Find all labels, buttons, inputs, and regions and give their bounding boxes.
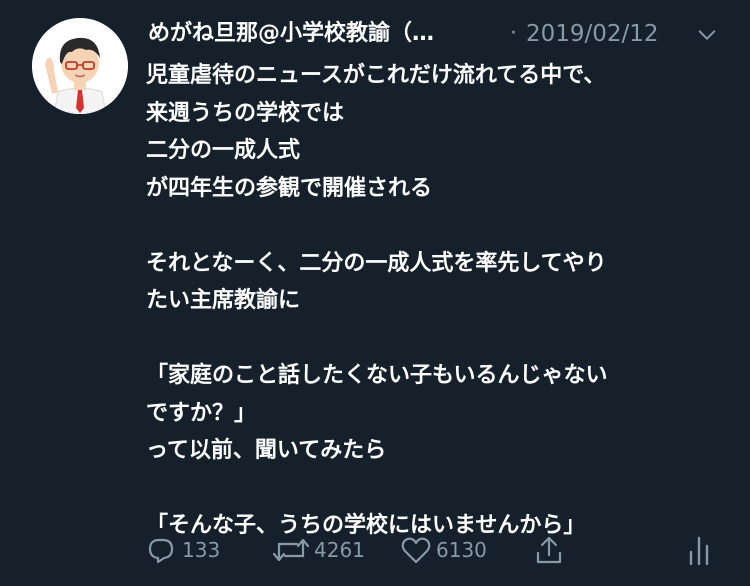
- tweet-body-line: たい主席教諭に: [146, 288, 301, 313]
- chevron-down-icon[interactable]: [696, 24, 718, 46]
- analytics-icon: [689, 536, 709, 566]
- author-name[interactable]: めがね旦那@小学校教諭（…: [148, 18, 434, 50]
- tweet-body-line: 来週うちの学校では: [146, 100, 345, 126]
- tweet-date[interactable]: 2019/02/12: [526, 18, 659, 50]
- separator-dot: ·: [510, 21, 517, 46]
- share-button[interactable]: [534, 530, 564, 570]
- like-count: 6130: [436, 538, 487, 562]
- tweet-body-line: [146, 320, 726, 358]
- avatar[interactable]: [32, 18, 128, 114]
- tweet-body: 児童虐待のニュースがこれだけ流れてる中で、 来週うちの学校では 二分の一成人式が四年…: [146, 57, 726, 545]
- like-button[interactable]: 6130: [400, 530, 487, 570]
- tweet-body-line: 「家庭のこと話したくない子もいるんじゃない: [146, 363, 608, 388]
- share-icon: [536, 536, 562, 564]
- retweet-button[interactable]: 4261: [270, 530, 365, 570]
- tweet-body-line: [146, 207, 726, 245]
- tweet-body-line: [146, 470, 726, 508]
- reply-count: 133: [182, 538, 221, 562]
- reply-button[interactable]: 133: [146, 530, 220, 570]
- tweet-body-line: って以前、聞いてみたら: [146, 438, 387, 463]
- tweet-body-line: ですか？」: [146, 400, 257, 426]
- tweet-body-line: 二分の一成人式: [146, 138, 301, 163]
- analytics-button[interactable]: [686, 530, 712, 570]
- tweet-actions: 133 4261 6130: [146, 530, 726, 570]
- tweet-body-line: 児童虐待のニュースがこれだけ流れてる中で、: [146, 63, 606, 88]
- like-icon: [401, 537, 431, 564]
- avatar-illustration: [32, 18, 128, 114]
- tweet-body-line: それとなーく、二分の一成人式を率先してやり: [146, 250, 607, 276]
- tweet: めがね旦那@小学校教諭（… · 2019/02/12 児童虐待のニュースがこれだ…: [0, 0, 750, 586]
- retweet-count: 4261: [314, 538, 365, 562]
- tweet-header: めがね旦那@小学校教諭（… · 2019/02/12: [148, 18, 728, 50]
- reply-icon: [148, 538, 174, 564]
- tweet-body-line: が四年生の参観で開催される: [146, 175, 433, 201]
- retweet-icon: [272, 538, 310, 562]
